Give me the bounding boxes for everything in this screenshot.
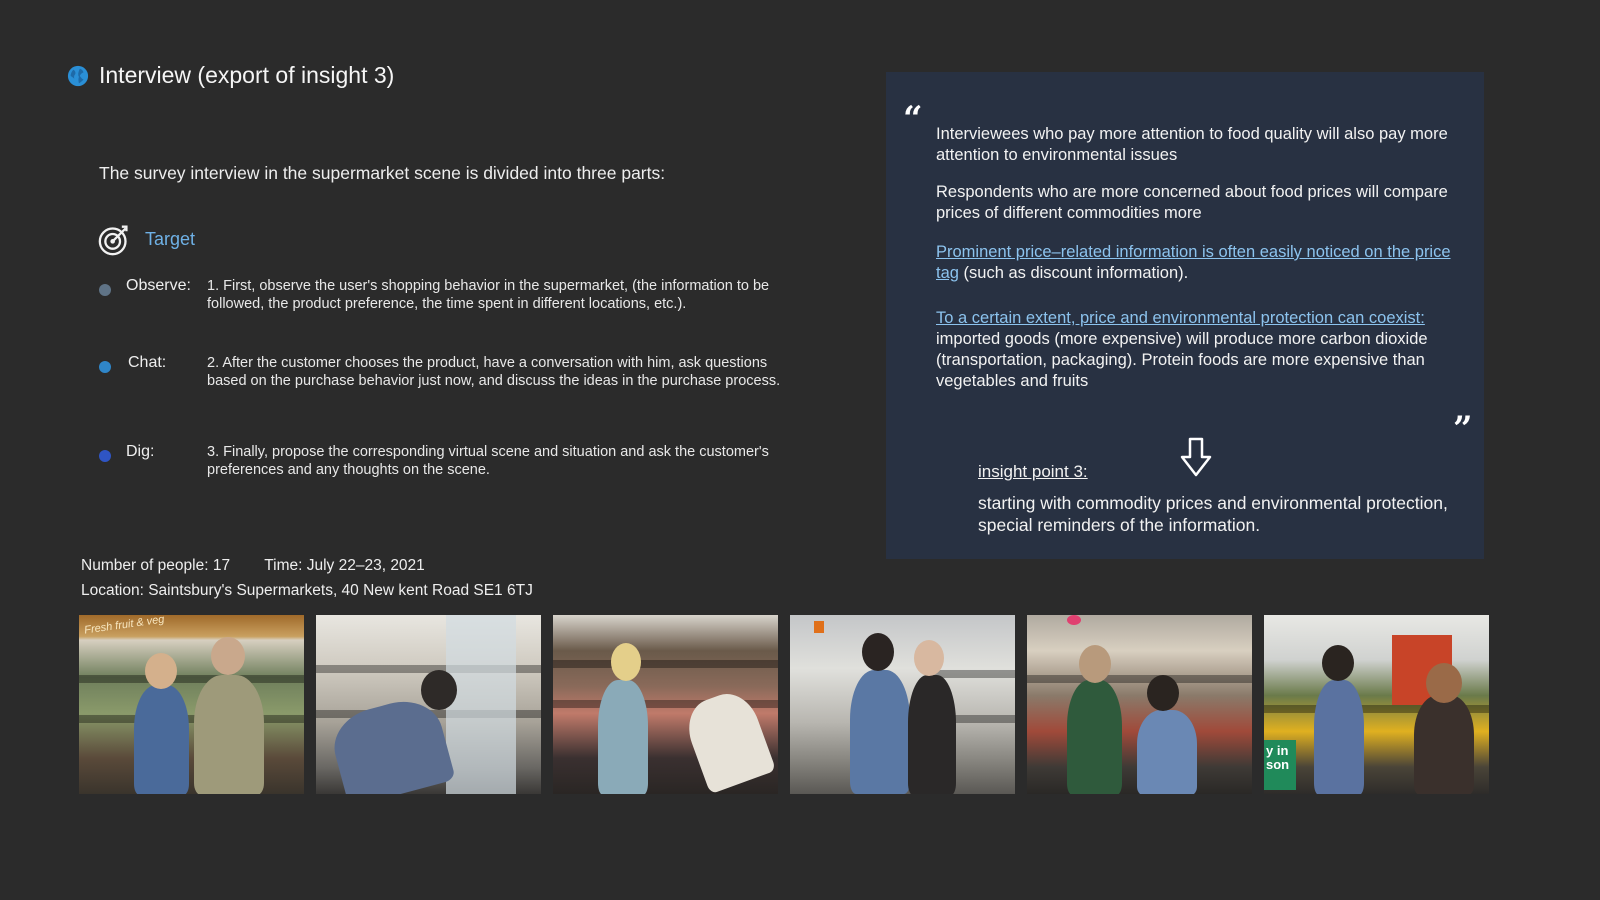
store-sign-text-2: y in son xyxy=(1264,740,1296,790)
insight-body: starting with commodity prices and envir… xyxy=(978,493,1448,535)
step-label: Chat: xyxy=(128,354,167,371)
coexist-link[interactable]: To a certain extent, price and environme… xyxy=(936,309,1425,327)
supermarket-photo: y in son xyxy=(1264,615,1489,794)
meta-people-time: Number of people: 17 Time: July 22–23, 2… xyxy=(81,557,425,575)
supermarket-photo: Fresh fruit & veg xyxy=(79,615,304,794)
quote-paragraph-2: Respondents who are more concerned about… xyxy=(936,183,1448,222)
target-label: Target xyxy=(145,229,196,249)
close-quote-mark: ” xyxy=(1453,409,1473,449)
interview-location: Location: Saintsbury's Supermarkets, 40 … xyxy=(81,582,533,599)
supermarket-photo xyxy=(790,615,1015,794)
step-description: 1. First, observe the user's shopping be… xyxy=(207,278,770,312)
arrow-down-icon xyxy=(1180,437,1212,477)
step-label: Dig: xyxy=(126,443,155,460)
page-header: Interview (export of insight 3) xyxy=(67,62,394,89)
people-count: Number of people: 17 xyxy=(81,557,231,574)
step-label: Observe: xyxy=(126,277,191,294)
supermarket-photo xyxy=(1027,615,1252,794)
photo-strip: Fresh fruit & veg y in son xyxy=(79,615,1489,794)
target-icon xyxy=(98,225,128,256)
quote-paragraph-3-rest: (such as discount information). xyxy=(958,264,1189,282)
quote-panel: “ Interviewees who pay more attention to… xyxy=(886,72,1484,559)
supermarket-photo xyxy=(316,615,541,794)
quote-paragraph-1: Interviewees who pay more attention to f… xyxy=(936,125,1448,164)
step-description: 2. After the customer chooses the produc… xyxy=(207,355,781,389)
step-bullet xyxy=(99,450,111,462)
quote-paragraph-4: To a certain extent, price and environme… xyxy=(936,308,1456,392)
insight-title: insight point 3: xyxy=(978,462,1088,481)
store-sign-text: Fresh fruit & veg xyxy=(83,615,166,637)
step-bullet xyxy=(99,361,111,373)
step-description: 3. Finally, propose the corresponding vi… xyxy=(207,444,769,478)
supermarket-photo xyxy=(553,615,778,794)
quote-paragraph-4-rest: imported goods (more expensive) will pro… xyxy=(936,330,1428,390)
interview-time: Time: July 22–23, 2021 xyxy=(264,557,425,574)
quote-paragraph-3: Prominent price–related information is o… xyxy=(936,242,1456,284)
page-title: Interview (export of insight 3) xyxy=(99,62,395,88)
globe-icon xyxy=(67,65,89,86)
open-quote-mark: “ xyxy=(903,99,923,139)
target-section-header: Target xyxy=(98,223,195,256)
step-bullet xyxy=(99,284,111,296)
intro-text: The survey interview in the supermarket … xyxy=(99,163,666,183)
